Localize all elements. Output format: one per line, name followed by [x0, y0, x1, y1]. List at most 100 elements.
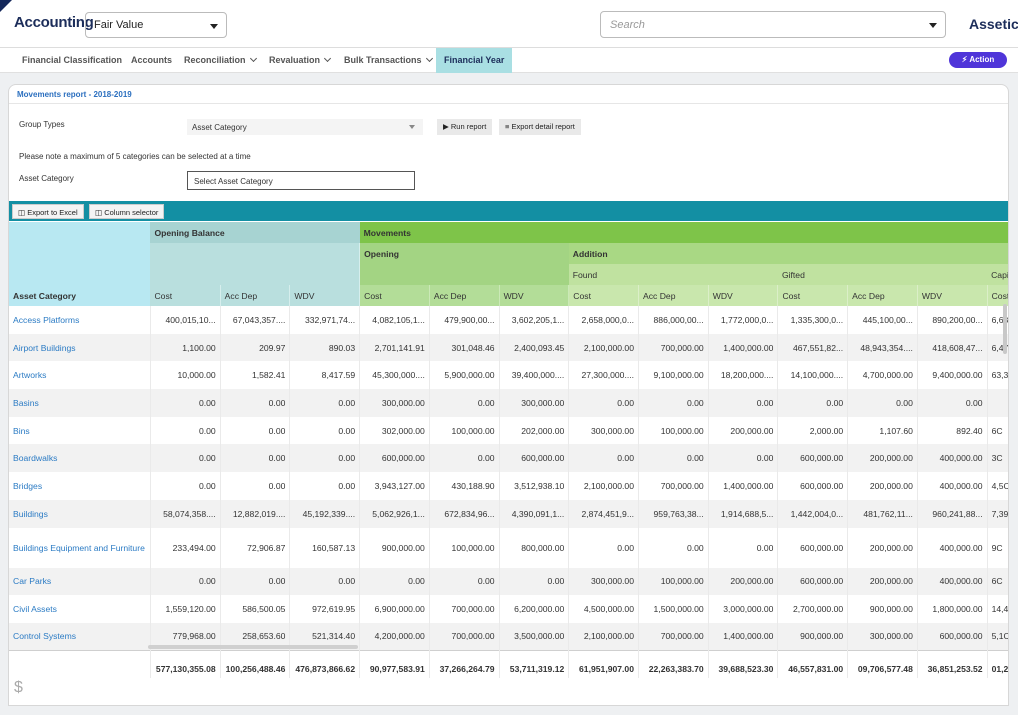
- nav-label: Financial Year: [444, 55, 505, 65]
- col-header-cost[interactable]: Cost: [150, 285, 221, 306]
- nav-bulk-transactions[interactable]: Bulk Transactions: [344, 48, 433, 73]
- table-row[interactable]: Car Parks 0.00 0.00 0.00 0.00 0.00 0.00 300,000…: [9, 567, 1008, 596]
- table-row[interactable]: Boardwalks 0.00 0.00 0.00 600,000.00 0.00 600,…: [9, 444, 1008, 473]
- group-header-gifted: Gifted: [777, 264, 988, 285]
- asset-category-link[interactable]: Airport Buildings: [9, 333, 151, 362]
- asset-category-link[interactable]: Bins: [9, 416, 151, 445]
- table-row[interactable]: Access Platforms 400,015,10... 67,043,357.…: [9, 306, 1008, 334]
- table-cell: 3,602,205,1...: [499, 306, 570, 334]
- asset-category-link[interactable]: Bridges: [9, 472, 151, 500]
- table-row[interactable]: Artworks 10,000.00 1,582.41 8,417.59 45,300,…: [9, 361, 1008, 390]
- table-cell: 0.00: [708, 444, 779, 473]
- asset-category-link[interactable]: Boardwalks: [9, 444, 151, 473]
- group-types-select[interactable]: Asset Category: [187, 119, 423, 135]
- table-row[interactable]: Airport Buildings 1,100.00 209.97 890.03 2,7…: [9, 333, 1008, 362]
- asset-category-link[interactable]: Buildings: [9, 499, 151, 528]
- asset-category-input[interactable]: Select Asset Category: [187, 171, 415, 190]
- table-row[interactable]: Bridges 0.00 0.00 0.00 3,943,127.00 430,188.9…: [9, 472, 1008, 500]
- nav-reconciliation[interactable]: Reconciliation: [184, 48, 257, 73]
- table-cell: 400,000.00: [917, 472, 988, 500]
- col-header-acc-dep[interactable]: Acc Dep: [220, 285, 291, 306]
- asset-category-link[interactable]: Basins: [9, 389, 151, 417]
- total-cell: 22,263,383.70: [638, 650, 709, 678]
- nav-revaluation[interactable]: Revaluation: [269, 48, 332, 73]
- table-cell: 2,874,451,9...: [568, 499, 639, 528]
- total-cell: 46,557,831.00: [777, 650, 849, 678]
- table-cell: 0.00: [289, 416, 361, 445]
- total-cell: 476,873,866.62: [289, 650, 361, 678]
- table-cell: 300,000.00: [568, 416, 639, 445]
- caret-down-icon: [210, 24, 218, 29]
- table-cell: 1,500,000.00: [638, 595, 709, 623]
- group-header-found: Found: [568, 264, 778, 285]
- search-input[interactable]: Search: [600, 11, 946, 38]
- table-cell: 0.00: [568, 527, 639, 568]
- export-to-excel-button[interactable]: ◫ Export to Excel: [12, 204, 84, 219]
- brand-logo: Assetic: [969, 16, 1018, 32]
- table-cell: 6C: [987, 567, 1008, 596]
- asset-category-link[interactable]: Civil Assets: [9, 595, 151, 623]
- table-cell: 1,400,000.00: [708, 333, 779, 362]
- table-cell: 209.97: [220, 333, 291, 362]
- table-cell: 890,200,00...: [917, 306, 988, 334]
- table-cell: 600,000.00: [499, 444, 570, 473]
- table-cell: 0.00: [429, 567, 500, 596]
- asset-category-link[interactable]: Control Systems: [9, 622, 151, 651]
- col-header-cost[interactable]: Cost: [359, 285, 430, 306]
- col-header-cost[interactable]: Cost: [568, 285, 639, 306]
- table-cell: 100,000.00: [638, 416, 709, 445]
- table-cell: 586,500.05: [220, 595, 291, 623]
- movements-table: Asset Category Opening Balance Movements…: [9, 222, 1008, 678]
- asset-category-link[interactable]: Access Platforms: [9, 306, 151, 334]
- action-button[interactable]: ⚡︎ Action: [949, 52, 1007, 68]
- table-row[interactable]: Buildings Equipment and Furniture 233,494…: [9, 527, 1008, 568]
- table-cell: 14,4: [987, 595, 1008, 623]
- col-header-acc-dep[interactable]: Acc Dep: [638, 285, 709, 306]
- valuation-mode-select[interactable]: Fair Value: [85, 12, 227, 38]
- nav-bar: Financial Classification Accounts Reconc…: [0, 48, 1018, 73]
- col-header-cost[interactable]: Cost: [777, 285, 849, 306]
- table-cell: 0.00: [917, 389, 988, 417]
- table-cell: 0.00: [359, 567, 430, 596]
- col-header-cost[interactable]: Cost: [987, 285, 1008, 306]
- horizontal-scrollbar[interactable]: [148, 645, 358, 649]
- table-cell: 1,914,688,5...: [708, 499, 779, 528]
- asset-category-link[interactable]: Artworks: [9, 361, 151, 390]
- table-cell: 3,943,127.00: [359, 472, 430, 500]
- run-report-button[interactable]: ▶ Run report: [437, 119, 493, 135]
- table-cell: 7,39: [987, 499, 1008, 528]
- col-header-acc-dep[interactable]: Acc Dep: [847, 285, 918, 306]
- asset-category-link[interactable]: Buildings Equipment and Furniture: [9, 527, 151, 568]
- nav-accounts[interactable]: Accounts: [131, 48, 172, 73]
- table-cell: 300,000.00: [847, 622, 918, 651]
- table-cell: 233,494.00: [150, 527, 221, 568]
- nav-financial-classification[interactable]: Financial Classification: [22, 48, 122, 73]
- table-cell: 2,100,000.00: [568, 472, 639, 500]
- col-header-wdv[interactable]: WDV: [289, 285, 361, 306]
- table-cell: 1,442,004,0...: [777, 499, 849, 528]
- col-header-acc-dep[interactable]: Acc Dep: [429, 285, 500, 306]
- nav-financial-year[interactable]: Financial Year: [436, 48, 513, 73]
- table-row[interactable]: Civil Assets 1,559,120.00 586,500.05 972,61…: [9, 595, 1008, 623]
- col-header-wdv[interactable]: WDV: [499, 285, 570, 306]
- col-header-asset-category[interactable]: Asset Category: [9, 222, 151, 306]
- total-cell: 577,130,355.08: [150, 650, 221, 678]
- dollar-icon: $: [14, 679, 23, 696]
- table-row[interactable]: Basins 0.00 0.00 0.00 300,000.00 0.00 300,000.…: [9, 389, 1008, 417]
- table-row[interactable]: Buildings 58,074,358.... 12,882,019.... 45,…: [9, 499, 1008, 528]
- table-cell: 302,000.00: [359, 416, 430, 445]
- totals-row: 577,130,355.08 100,256,488.46 476,873,866.…: [9, 650, 1008, 678]
- nav-label: Accounts: [131, 55, 173, 65]
- table-cell: 0.00: [220, 472, 291, 500]
- valuation-mode-value: Fair Value: [94, 19, 144, 31]
- col-header-wdv[interactable]: WDV: [708, 285, 779, 306]
- opening-balance-spacer: [150, 243, 361, 285]
- vertical-scrollbar[interactable]: [1003, 304, 1007, 354]
- table-row[interactable]: Bins 0.00 0.00 0.00 302,000.00 100,000.00 202,…: [9, 416, 1008, 445]
- export-detail-report-button[interactable]: ≡ Export detail report: [499, 119, 581, 135]
- col-header-wdv[interactable]: WDV: [917, 285, 988, 306]
- asset-category-link[interactable]: Car Parks: [9, 567, 151, 596]
- table-cell: 0.00: [568, 389, 639, 417]
- nav-label: Revaluation: [269, 55, 321, 65]
- column-selector-button[interactable]: ◫ Column selector: [89, 204, 165, 219]
